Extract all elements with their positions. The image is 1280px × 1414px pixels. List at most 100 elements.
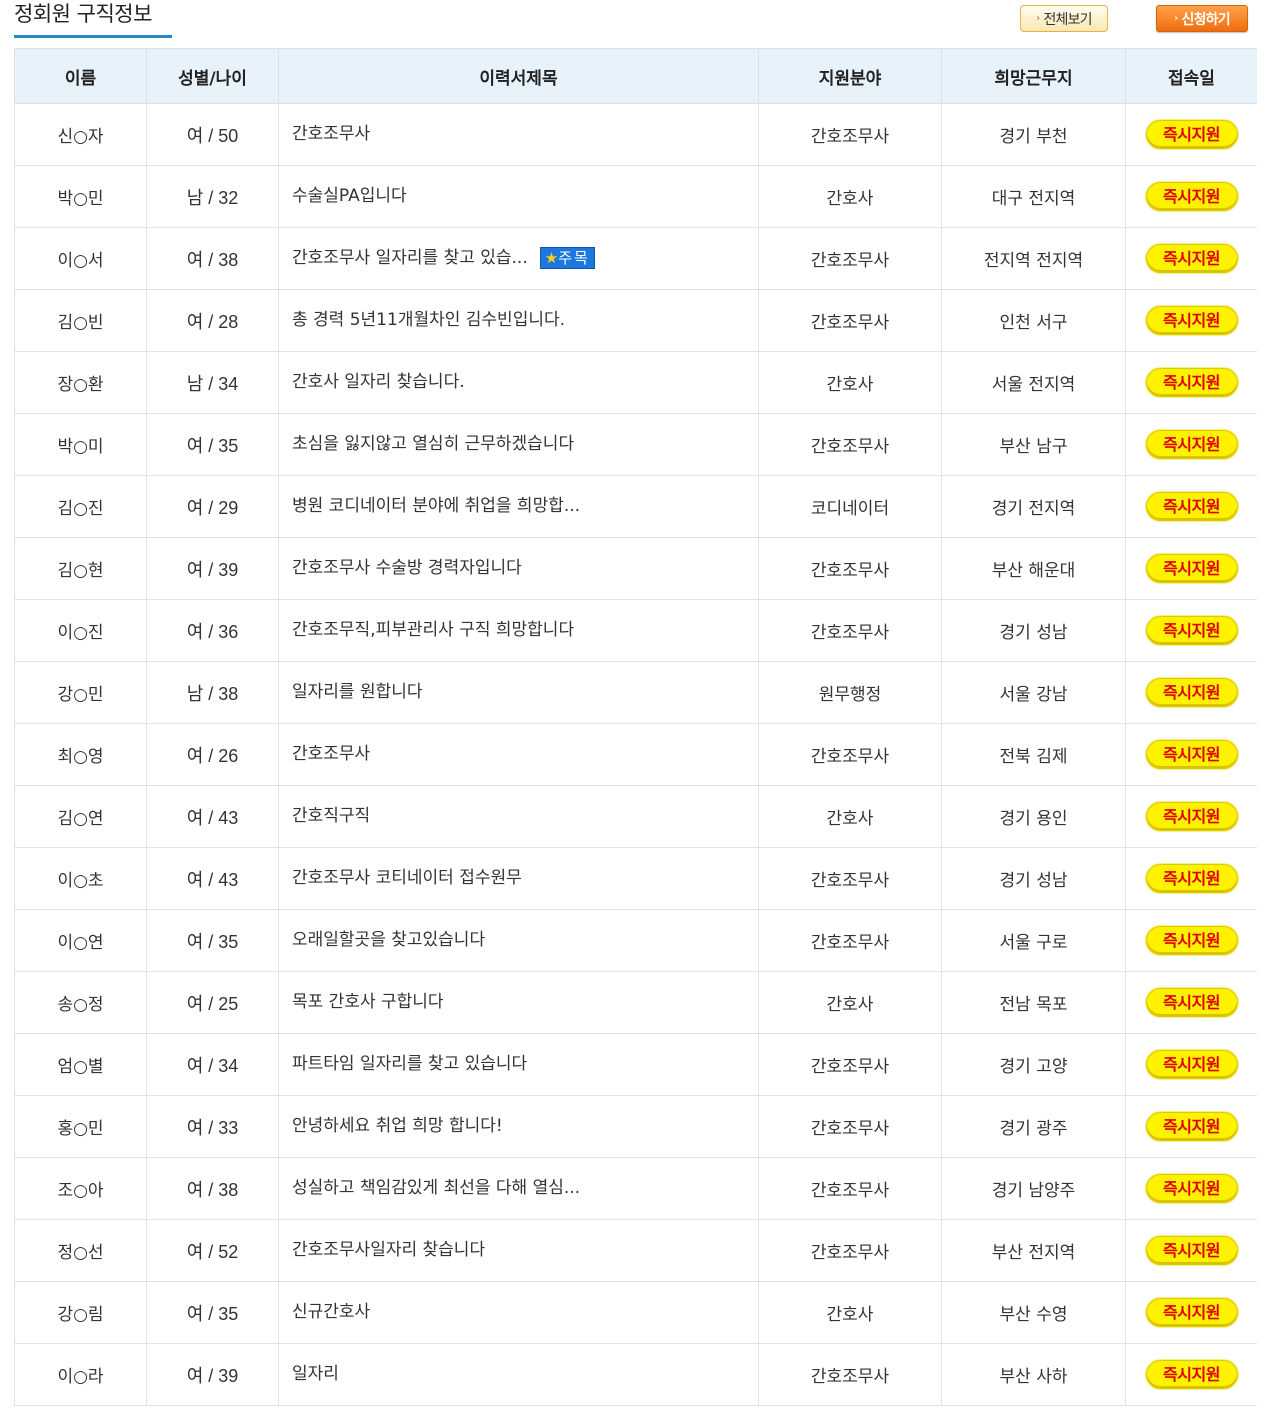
resume-title-link[interactable]: 간호조무사 일자리를 찾고 있습... (292, 248, 528, 268)
table-row[interactable]: 강○림 여 / 35 신규간호사 간호사 부산 수영 즉시지원 (14, 1281, 1257, 1344)
resume-title-link[interactable]: 간호조무사 코티네이터 접수원무 (292, 868, 522, 888)
resume-title-link[interactable]: 수술실PA입니다 (292, 186, 407, 206)
resume-title-link[interactable]: 성실하고 책임감있게 최선을 다해 열심... (292, 1178, 580, 1198)
table-row[interactable]: 김○빈 여 / 28 총 경력 5년11개월차인 김수빈입니다. 간호조무사 인천 서구… (14, 289, 1257, 352)
access-date-cell: 즉시지원 (1125, 227, 1257, 290)
resume-title-link[interactable]: 신규간호사 (292, 1302, 370, 1322)
applicant-sex-age: 여 / 33 (146, 1095, 279, 1158)
table-row[interactable]: 신○자 여 / 50 간호조무사 간호조무사 경기 부천 즉시지원 (14, 103, 1257, 166)
instant-apply-button[interactable]: 즉시지원 (1145, 926, 1238, 955)
resume-title-link[interactable]: 안녕하세요 취업 희망 합니다! (292, 1116, 503, 1136)
applied-field: 간호조무사 (758, 1033, 942, 1096)
instant-apply-button[interactable]: 즉시지원 (1145, 430, 1238, 459)
applicant-sex-age: 여 / 26 (146, 723, 279, 786)
table-row[interactable]: 조○아 여 / 38 성실하고 책임감있게 최선을 다해 열심... 간호조무사 경기 … (14, 1157, 1257, 1220)
table-row[interactable]: 이○라 여 / 39 일자리 간호조무사 부산 사하 즉시지원 (14, 1343, 1257, 1406)
instant-apply-button[interactable]: 즉시지원 (1145, 988, 1238, 1017)
column-header-location: 희망근무지 (941, 48, 1126, 104)
applied-field: 간호조무사 (758, 227, 942, 290)
instant-apply-button[interactable]: 즉시지원 (1145, 306, 1238, 335)
resume-title-cell: 수술실PA입니다 (278, 165, 759, 228)
instant-apply-button[interactable]: 즉시지원 (1145, 368, 1238, 397)
instant-apply-button[interactable]: 즉시지원 (1145, 120, 1238, 149)
desired-location: 전북 김제 (941, 723, 1126, 786)
instant-apply-button[interactable]: 즉시지원 (1145, 1298, 1238, 1327)
table-row[interactable]: 이○초 여 / 43 간호조무사 코티네이터 접수원무 간호조무사 경기 성남 즉시지원 (14, 847, 1257, 910)
instant-apply-button[interactable]: 즉시지원 (1145, 616, 1238, 645)
table-row[interactable]: 이○서 여 / 38 간호조무사 일자리를 찾고 있습... ★주목 간호조무사 전지역 … (14, 227, 1257, 290)
resume-title-cell: 초심을 잃지않고 열심히 근무하겠습니다 (278, 413, 759, 476)
instant-apply-button[interactable]: 즉시지원 (1145, 864, 1238, 893)
access-date-cell: 즉시지원 (1125, 661, 1257, 724)
applicant-sex-age: 여 / 38 (146, 227, 279, 290)
table-row[interactable]: 박○민 남 / 32 수술실PA입니다 간호사 대구 전지역 즉시지원 (14, 165, 1257, 228)
resume-title-link[interactable]: 초심을 잃지않고 열심히 근무하겠습니다 (292, 434, 574, 454)
applied-field: 간호사 (758, 971, 942, 1034)
instant-apply-button[interactable]: 즉시지원 (1145, 1112, 1238, 1141)
instant-apply-button[interactable]: 즉시지원 (1145, 678, 1238, 707)
column-header-name: 이름 (14, 48, 147, 104)
applicant-name: 홍○민 (14, 1095, 147, 1158)
applied-field: 코디네이터 (758, 475, 942, 538)
instant-apply-button[interactable]: 즉시지원 (1145, 740, 1238, 769)
table-row[interactable]: 김○진 여 / 29 병원 코디네이터 분야에 취업을 희망합... 코디네이터 경기 … (14, 475, 1257, 538)
resume-title-link[interactable]: 간호조무사 수술방 경력자입니다 (292, 558, 522, 578)
instant-apply-button[interactable]: 즉시지원 (1145, 1174, 1238, 1203)
applicant-name: 장○환 (14, 351, 147, 414)
resume-title-cell: 성실하고 책임감있게 최선을 다해 열심... (278, 1157, 759, 1220)
resume-title-link[interactable]: 간호직구직 (292, 806, 370, 826)
table-body: 신○자 여 / 50 간호조무사 간호조무사 경기 부천 즉시지원 박○민 남 / 32 수술실… (14, 103, 1257, 1406)
desired-location: 경기 전지역 (941, 475, 1126, 538)
table-row[interactable]: 엄○별 여 / 34 파트타임 일자리를 찾고 있습니다 간호조무사 경기 고양 즉시지원 (14, 1033, 1257, 1096)
resume-title-cell: 간호조무사 (278, 103, 759, 166)
table-row[interactable]: 정○선 여 / 52 간호조무사일자리 찾습니다 간호조무사 부산 전지역 즉시지원 (14, 1219, 1257, 1282)
desired-location: 경기 성남 (941, 847, 1126, 910)
desired-location: 부산 전지역 (941, 1219, 1126, 1282)
table-row[interactable]: 이○진 여 / 36 간호조무직,피부관리사 구직 희망합니다 간호조무사 경기 성남 즉… (14, 599, 1257, 662)
instant-apply-button[interactable]: 즉시지원 (1145, 182, 1238, 211)
table-row[interactable]: 김○현 여 / 39 간호조무사 수술방 경력자입니다 간호조무사 부산 해운대 즉시지원 (14, 537, 1257, 600)
table-row[interactable]: 송○정 여 / 25 목포 간호사 구합니다 간호사 전남 목포 즉시지원 (14, 971, 1257, 1034)
resume-title-link[interactable]: 간호조무사 (292, 124, 370, 144)
instant-apply-button[interactable]: 즉시지원 (1145, 244, 1238, 273)
instant-apply-button[interactable]: 즉시지원 (1145, 492, 1238, 521)
resume-title-link[interactable]: 일자리 (292, 1364, 339, 1384)
instant-apply-button[interactable]: 즉시지원 (1145, 1050, 1238, 1079)
table-row[interactable]: 홍○민 여 / 33 안녕하세요 취업 희망 합니다! 간호조무사 경기 광주 즉시지원 (14, 1095, 1257, 1158)
resume-title-link[interactable]: 간호사 일자리 찾습니다. (292, 372, 465, 392)
resume-title-link[interactable]: 오래일할곳을 찾고있습니다 (292, 930, 485, 950)
resume-title-link[interactable]: 간호조무직,피부관리사 구직 희망합니다 (292, 620, 574, 640)
job-seeker-table-wrap: 이름 성별/나이 이력서제목 지원분야 희망근무지 접속일 신○자 여 / 50 간… (14, 48, 1257, 1414)
instant-apply-button[interactable]: 즉시지원 (1145, 1236, 1238, 1265)
applicant-sex-age: 남 / 38 (146, 661, 279, 724)
resume-title-link[interactable]: 목포 간호사 구합니다 (292, 992, 444, 1012)
applicant-sex-age: 여 / 39 (146, 1343, 279, 1406)
applied-field: 간호사 (758, 351, 942, 414)
applicant-sex-age: 여 / 38 (146, 1157, 279, 1220)
resume-title-link[interactable]: 총 경력 5년11개월차인 김수빈입니다. (292, 310, 565, 330)
table-row[interactable]: 이○연 여 / 35 오래일할곳을 찾고있습니다 간호조무사 서울 구로 즉시지원 (14, 909, 1257, 972)
applied-field: 간호조무사 (758, 1095, 942, 1158)
table-row[interactable]: 박○미 여 / 35 초심을 잃지않고 열심히 근무하겠습니다 간호조무사 부산 남구 즉… (14, 413, 1257, 476)
instant-apply-button[interactable]: 즉시지원 (1145, 802, 1238, 831)
table-row[interactable]: 강○민 남 / 38 일자리를 원합니다 원무행정 서울 강남 즉시지원 (14, 661, 1257, 724)
access-date-cell: 즉시지원 (1125, 1343, 1257, 1406)
resume-title-cell: 오래일할곳을 찾고있습니다 (278, 909, 759, 972)
instant-apply-button[interactable]: 즉시지원 (1145, 554, 1238, 583)
applied-field: 원무행정 (758, 661, 942, 724)
view-all-button[interactable]: › 전체보기 (1020, 5, 1108, 32)
resume-title-link[interactable]: 간호조무사 (292, 744, 370, 764)
apply-button[interactable]: › 신청하기 (1156, 5, 1248, 32)
table-row[interactable]: 장○환 남 / 34 간호사 일자리 찾습니다. 간호사 서울 전지역 즉시지원 (14, 351, 1257, 414)
resume-title-link[interactable]: 일자리를 원합니다 (292, 682, 423, 702)
applied-field: 간호조무사 (758, 1219, 942, 1282)
applicant-name: 이○서 (14, 227, 147, 290)
resume-title-link[interactable]: 파트타임 일자리를 찾고 있습니다 (292, 1054, 527, 1074)
resume-title-link[interactable]: 간호조무사일자리 찾습니다 (292, 1240, 485, 1260)
table-row[interactable]: 최○영 여 / 26 간호조무사 간호조무사 전북 김제 즉시지원 (14, 723, 1257, 786)
resume-title-link[interactable]: 병원 코디네이터 분야에 취업을 희망합... (292, 496, 580, 516)
applicant-sex-age: 여 / 52 (146, 1219, 279, 1282)
applied-field: 간호조무사 (758, 413, 942, 476)
instant-apply-button[interactable]: 즉시지원 (1145, 1360, 1238, 1389)
table-row[interactable]: 김○연 여 / 43 간호직구직 간호사 경기 용인 즉시지원 (14, 785, 1257, 848)
